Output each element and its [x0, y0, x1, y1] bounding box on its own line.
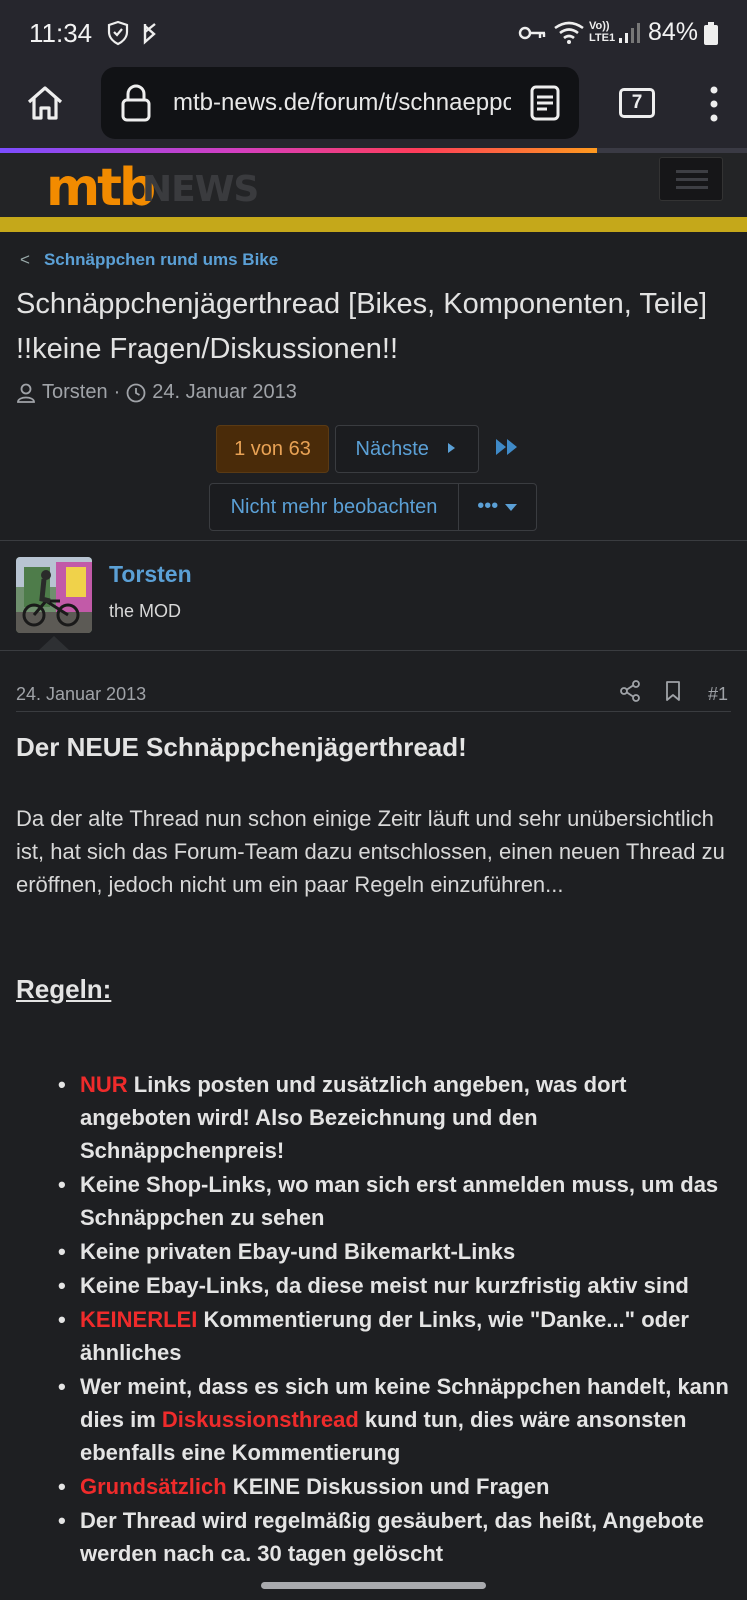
site-menu-button[interactable] — [659, 157, 723, 201]
avatar[interactable] — [16, 557, 92, 633]
reader-mode-icon[interactable] — [525, 83, 565, 123]
battery-level: 84% — [648, 18, 699, 46]
overflow-menu-icon[interactable] — [700, 84, 728, 124]
rule-item: Keine privaten Ebay-und Bikemarkt-Links — [56, 1235, 736, 1268]
status-bar: 11:34 Vo)) LTE1 84% — [0, 0, 747, 64]
header-stripe — [0, 217, 747, 232]
rule-item: KEINERLEI Kommentierung der Links, wie "… — [56, 1303, 736, 1369]
mtb-news-logo[interactable]: mtb NEWS — [46, 157, 286, 222]
breadcrumb[interactable]: < Schnäppchen rund ums Bike — [20, 250, 278, 270]
page-indicator[interactable]: 1 von 63 — [216, 425, 329, 473]
post-heading: Der NEUE Schnäppchenjägerthread! — [16, 732, 467, 762]
rule-item: Keine Shop-Links, wo man sich erst anmel… — [56, 1168, 736, 1234]
bluetooth-muted-icon — [143, 23, 156, 45]
discussion-thread-link[interactable]: Diskussionsthread — [162, 1407, 359, 1432]
vpn-key-icon — [518, 26, 546, 40]
bookmark-icon[interactable] — [664, 680, 682, 702]
thread-tools-button[interactable]: ••• — [458, 483, 537, 531]
clock-icon — [126, 383, 146, 402]
thread-page: < Schnäppchen rund ums Bike Schnäppchenjä… — [0, 232, 747, 1572]
site-header: mtb NEWS — [0, 153, 747, 218]
thread-date[interactable]: 24. Januar 2013 — [152, 381, 297, 404]
thread-title: Schnäppchenjägerthread [Bikes, Komponent… — [16, 288, 708, 365]
next-page-button[interactable]: Nächste — [335, 425, 479, 473]
post-number[interactable]: #1 — [708, 684, 728, 705]
address-bar[interactable]: mtb-news.de/forum/t/schnaeppchenjaegerth… — [101, 67, 579, 139]
message-arrow — [39, 636, 69, 650]
caret-down-icon — [504, 504, 517, 511]
next-page-label: Nächste — [355, 438, 429, 460]
rules-heading: Regeln: — [16, 974, 112, 1004]
status-time: 11:34 — [29, 18, 93, 48]
browser-toolbar: mtb-news.de/forum/t/schnaeppchenjaegerth… — [0, 64, 747, 148]
system-nav-bar — [0, 1572, 747, 1600]
tabs-button[interactable]: 7 — [619, 88, 655, 118]
chevron-left-icon: < — [20, 250, 30, 269]
rule-item: Grundsätzlich KEINE Diskussion und Frage… — [56, 1470, 736, 1503]
user-icon — [17, 383, 35, 403]
lock-icon — [121, 84, 151, 122]
last-page-icon[interactable] — [495, 438, 519, 456]
user-title: the MOD — [109, 601, 182, 621]
battery-icon — [704, 22, 718, 45]
url-text[interactable]: mtb-news.de/forum/t/schnaeppchenjaegerth… — [173, 89, 511, 117]
caret-right-icon — [448, 443, 456, 453]
shield-icon — [107, 20, 129, 46]
thread-meta: Torsten · 24. Januar 2013 — [16, 381, 297, 404]
divider — [16, 711, 731, 712]
home-button[interactable] — [20, 78, 70, 128]
gesture-handle[interactable] — [261, 1582, 486, 1589]
svg-text:NEWS: NEWS — [142, 169, 258, 210]
divider — [0, 650, 747, 651]
post-author[interactable]: Torsten — [109, 561, 192, 588]
thread-starter[interactable]: Torsten — [42, 381, 108, 404]
breadcrumb-link[interactable]: Schnäppchen rund ums Bike — [44, 250, 278, 269]
svg-text:mtb: mtb — [46, 158, 154, 217]
signal-icon — [619, 23, 640, 43]
wifi-icon — [554, 21, 584, 44]
divider — [0, 540, 747, 541]
lte-indicator: Vo)) LTE1 — [589, 20, 616, 44]
rule-item: Keine Ebay-Links, da diese meist nur kur… — [56, 1269, 736, 1302]
rule-item: NUR Links posten und zusätzlich angeben,… — [56, 1068, 736, 1167]
rules-list: NUR Links posten und zusätzlich angeben,… — [56, 1068, 736, 1571]
post-date[interactable]: 24. Januar 2013 — [16, 684, 146, 705]
unwatch-button[interactable]: Nicht mehr beobachten — [209, 483, 459, 531]
more-dots-icon: ••• — [477, 495, 499, 517]
home-icon — [27, 86, 63, 120]
rule-item: Wer meint, dass es sich um keine Schnäpp… — [56, 1370, 736, 1469]
share-icon[interactable] — [619, 680, 641, 702]
post-intro: Da der alte Thread nun schon einige Zeit… — [16, 806, 725, 897]
rule-item: Der Thread wird regelmäßig gesäubert, da… — [56, 1504, 736, 1570]
